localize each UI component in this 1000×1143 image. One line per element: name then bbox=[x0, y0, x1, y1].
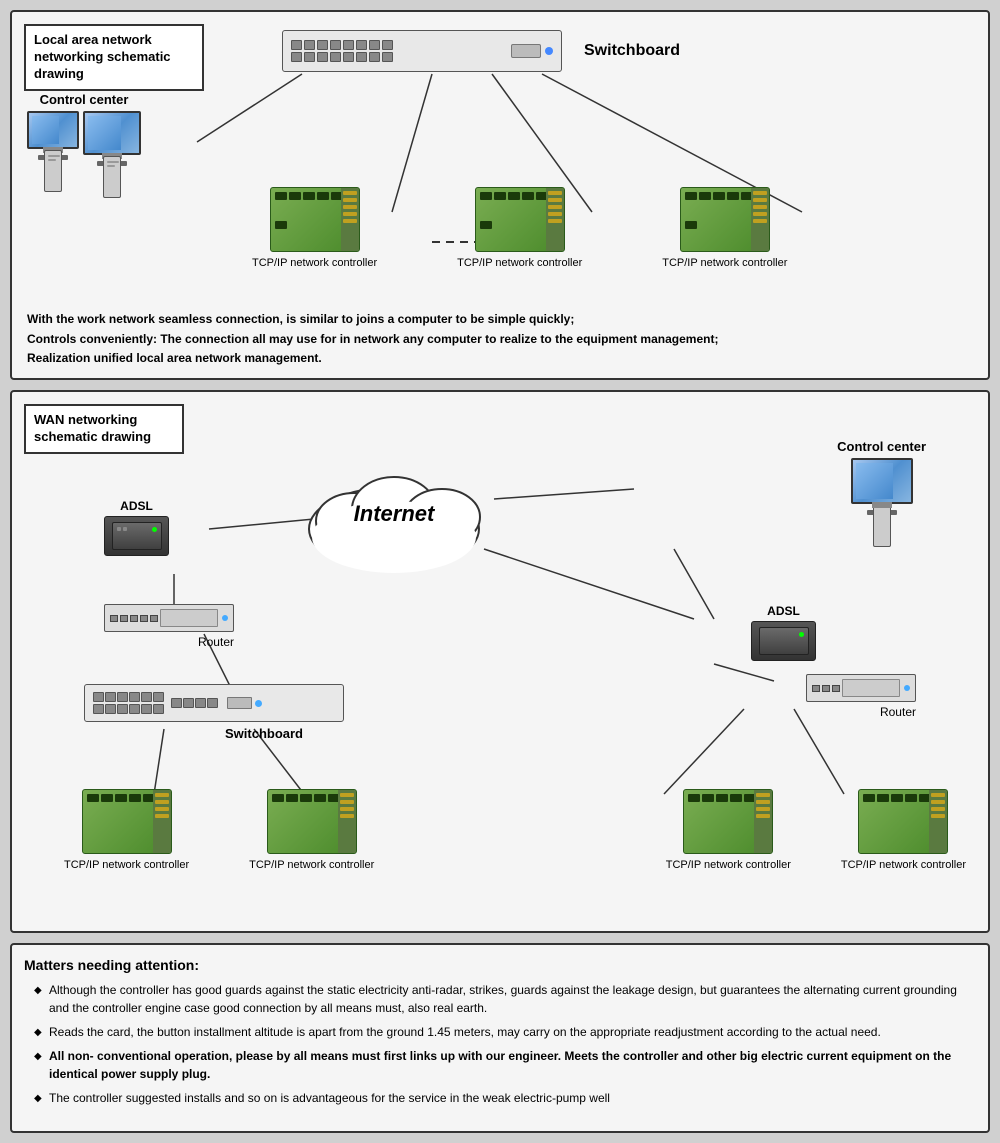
monitor-2 bbox=[83, 111, 141, 155]
wan-controller-right-2-label: TCP/IP network controller bbox=[841, 859, 966, 871]
main-container: Local area network networking schematic … bbox=[10, 10, 990, 1133]
lan-title: Local area network networking schematic … bbox=[34, 32, 171, 81]
matters-title: Matters needing attention: bbox=[24, 957, 976, 973]
controller-board-2 bbox=[475, 187, 565, 252]
wan-switch-box bbox=[84, 684, 344, 722]
matter-item-4: The controller suggested installs and so… bbox=[34, 1089, 976, 1107]
computer-2 bbox=[83, 111, 141, 198]
wan-router-left: Router bbox=[104, 604, 234, 649]
wan-controllers-left: TCP/IP network controller TCP/IP network… bbox=[64, 789, 374, 871]
wan-control-center: Control center bbox=[837, 439, 926, 547]
wan-controller-left-2-label: TCP/IP network controller bbox=[249, 859, 374, 871]
cpu-1 bbox=[44, 150, 62, 192]
lan-controllers-row: TCP/IP network controller TCP/IP network… bbox=[252, 187, 787, 269]
wan-cpu bbox=[873, 505, 891, 547]
wan-switchboard-label: Switchboard bbox=[184, 726, 344, 741]
wan-adsl-right-label: ADSL bbox=[751, 604, 816, 618]
switch-indicator bbox=[545, 47, 553, 55]
matters-panel: Matters needing attention: Although the … bbox=[10, 943, 990, 1133]
wan-controller-right-2: TCP/IP network controller bbox=[841, 789, 966, 871]
lan-panel: Local area network networking schematic … bbox=[10, 10, 990, 380]
matter-item-3: All non- conventional operation, please … bbox=[34, 1047, 976, 1083]
lan-controller-3-label: TCP/IP network controller bbox=[662, 257, 787, 269]
lan-controller-2-label: TCP/IP network controller bbox=[457, 257, 582, 269]
wan-router-left-device bbox=[104, 604, 234, 632]
lan-desc-1: With the work network seamless connectio… bbox=[27, 310, 718, 329]
lan-computers bbox=[27, 111, 141, 198]
wan-monitor bbox=[851, 458, 913, 504]
switch-port-group bbox=[291, 40, 393, 62]
lan-control-center-label: Control center bbox=[27, 92, 141, 107]
cpu-2 bbox=[103, 156, 121, 198]
wan-diagram: Internet Control center ADSL bbox=[24, 409, 976, 919]
wan-control-center-label: Control center bbox=[837, 439, 926, 454]
wan-switchboard: Switchboard bbox=[84, 684, 344, 741]
wan-controllers-right: TCP/IP network controller TCP/IP network… bbox=[666, 789, 966, 871]
controller-board-3 bbox=[680, 187, 770, 252]
matter-item-2: Reads the card, the button installment a… bbox=[34, 1023, 976, 1041]
wan-controller-left-1: TCP/IP network controller bbox=[64, 789, 189, 871]
wan-router-right-device bbox=[806, 674, 916, 702]
wan-router-right-label: Router bbox=[806, 705, 916, 719]
monitor-1 bbox=[27, 111, 79, 149]
wan-panel: WAN networking schematic drawing bbox=[10, 390, 990, 933]
controller-board-1 bbox=[270, 187, 360, 252]
internet-cloud: Internet bbox=[294, 449, 494, 579]
wan-adsl-right-device bbox=[751, 621, 816, 661]
wan-controller-board-right-1 bbox=[683, 789, 773, 854]
wan-controller-right-1-label: TCP/IP network controller bbox=[666, 859, 791, 871]
wan-adsl-left: ADSL bbox=[104, 499, 169, 556]
lan-controller-1: TCP/IP network controller bbox=[252, 187, 377, 269]
lan-desc-3: Realization unified local area network m… bbox=[27, 349, 718, 368]
wan-adsl-left-label: ADSL bbox=[104, 499, 169, 513]
lan-desc-2: Controls conveniently: The connection al… bbox=[27, 330, 718, 349]
wan-router-right: Router bbox=[806, 674, 916, 719]
computer-1 bbox=[27, 111, 79, 198]
wan-adsl-right: ADSL bbox=[751, 604, 816, 661]
lan-controller-2: TCP/IP network controller bbox=[457, 187, 582, 269]
lan-switchboard-label: Switchboard bbox=[584, 42, 680, 60]
wan-controller-board-right-2 bbox=[858, 789, 948, 854]
lan-label-box: Local area network networking schematic … bbox=[24, 24, 204, 91]
lan-control-center: Control center bbox=[27, 92, 141, 198]
matters-list: Although the controller has good guards … bbox=[24, 981, 976, 1107]
wan-controller-left-1-label: TCP/IP network controller bbox=[64, 859, 189, 871]
lan-switch-box bbox=[282, 30, 562, 72]
wan-computer bbox=[851, 458, 913, 547]
wan-adsl-left-device bbox=[104, 516, 169, 556]
matter-item-1: Although the controller has good guards … bbox=[34, 981, 976, 1017]
wan-controller-right-1: TCP/IP network controller bbox=[666, 789, 791, 871]
wan-controller-board-left-1 bbox=[82, 789, 172, 854]
wan-router-left-label: Router bbox=[104, 635, 234, 649]
lan-description: With the work network seamless connectio… bbox=[27, 310, 718, 368]
lan-controller-1-label: TCP/IP network controller bbox=[252, 257, 377, 269]
lan-controller-3: TCP/IP network controller bbox=[662, 187, 787, 269]
wan-controller-left-2: TCP/IP network controller bbox=[249, 789, 374, 871]
internet-label: Internet bbox=[354, 501, 435, 527]
wan-controller-board-left-2 bbox=[267, 789, 357, 854]
